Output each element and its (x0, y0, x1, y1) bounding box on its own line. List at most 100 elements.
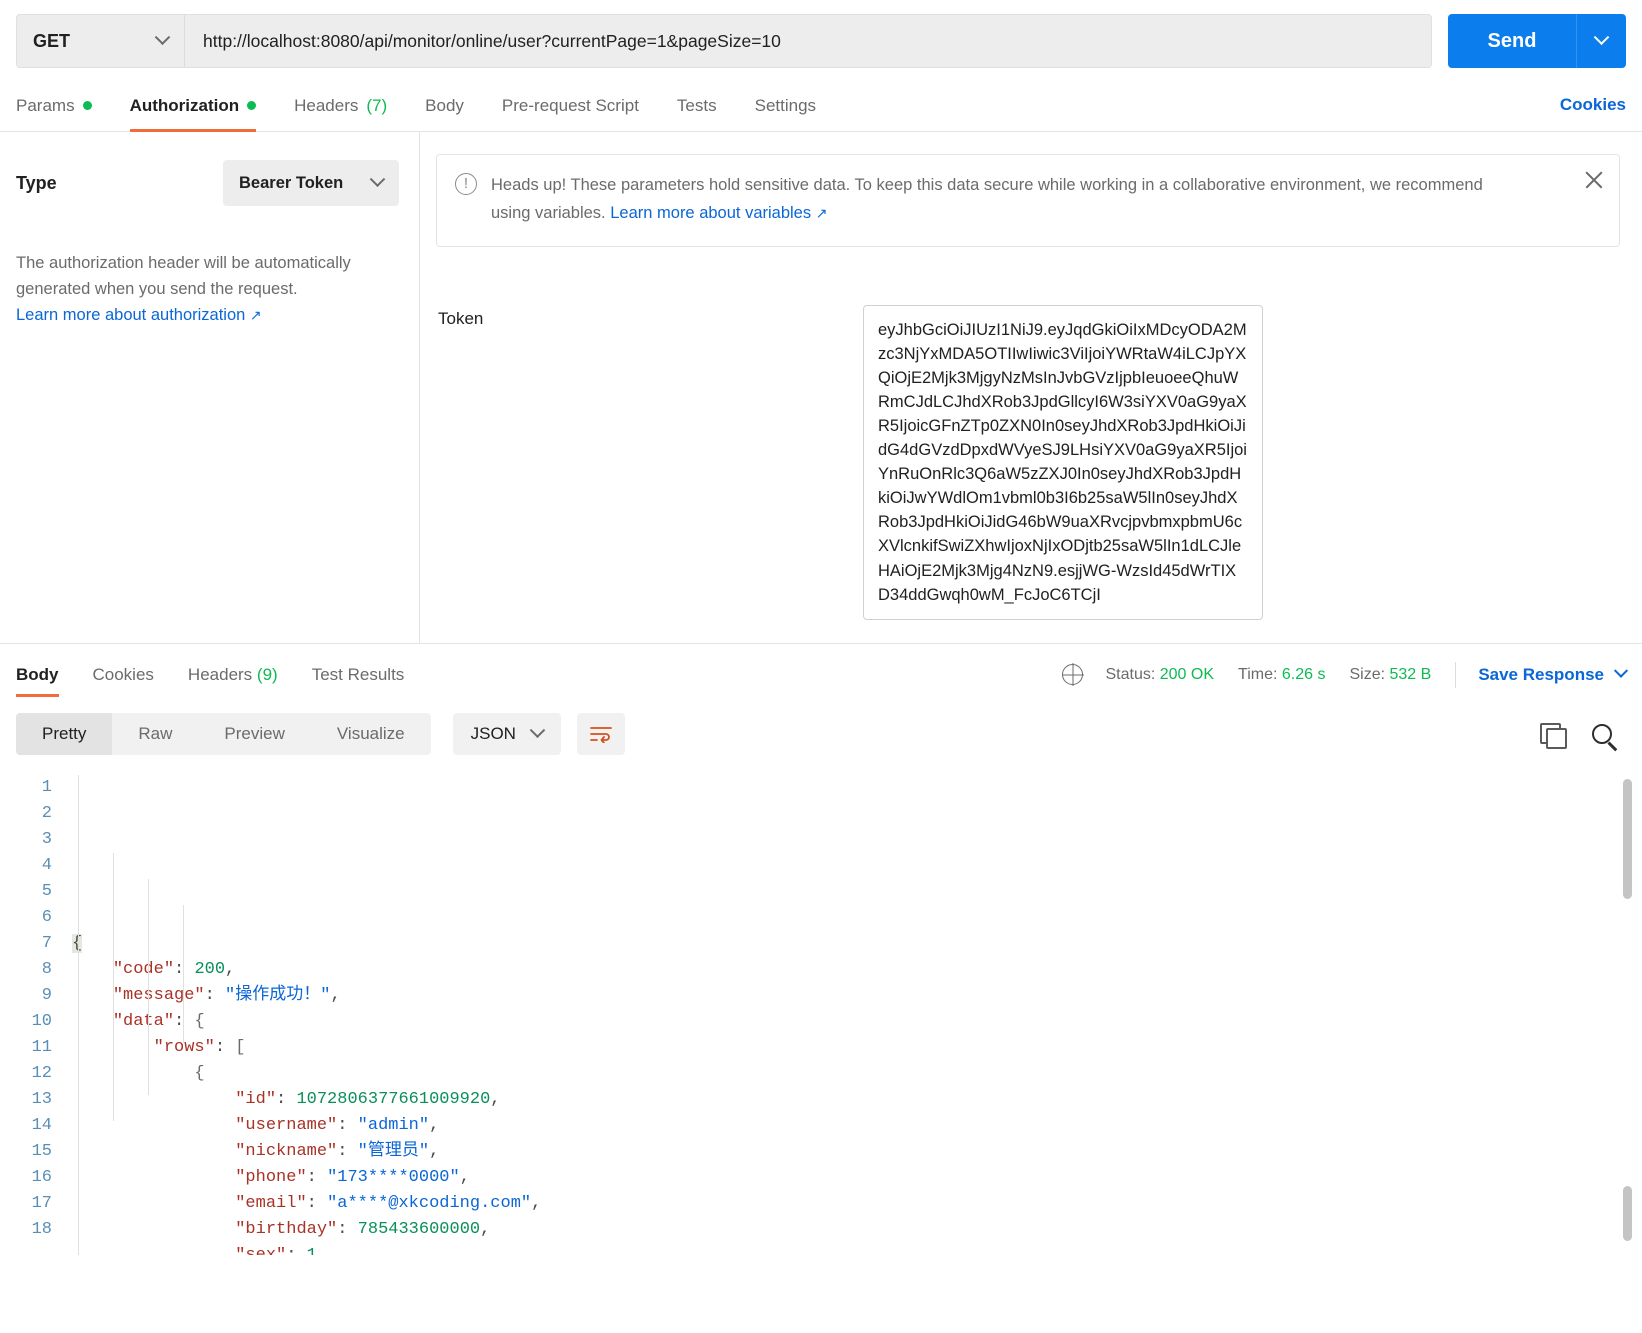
auth-values-column: ! Heads up! These parameters hold sensit… (420, 132, 1642, 643)
info-icon: ! (455, 173, 477, 195)
code-token: , (480, 1220, 490, 1239)
size-badge: Size: 532 B (1349, 666, 1431, 684)
code-token (72, 1116, 235, 1135)
auth-type-value: Bearer Token (239, 174, 343, 193)
response-tab-cookies[interactable]: Cookies (93, 644, 154, 705)
line-number: 12 (0, 1061, 52, 1087)
code-token: , (460, 1168, 470, 1187)
save-response-label: Save Response (1478, 665, 1604, 685)
response-actions (1540, 723, 1626, 745)
tab-settings[interactable]: Settings (755, 80, 834, 131)
status-label: Status: (1105, 666, 1155, 683)
code-token: : (215, 1038, 235, 1057)
code-token: "email" (235, 1194, 306, 1213)
banner-text-wrap: Heads up! These parameters hold sensitiv… (491, 171, 1501, 228)
code-line: "email": "a****@xkcoding.com", (72, 1191, 1642, 1217)
save-response-button[interactable]: Save Response (1478, 665, 1626, 685)
line-number: 14 (0, 1113, 52, 1139)
tab-body[interactable]: Body (425, 80, 482, 131)
code-token: "管理员" (358, 1142, 429, 1161)
line-number: 8 (0, 957, 52, 983)
response-tab-test-results[interactable]: Test Results (312, 644, 405, 705)
tab-label: Headers (188, 665, 252, 685)
modified-dot-icon (83, 101, 92, 110)
line-number: 18 (0, 1217, 52, 1243)
modified-dot-icon (247, 101, 256, 110)
wrap-lines-icon (590, 725, 612, 743)
token-label: Token (438, 305, 863, 620)
scrollbar-thumb-bottom[interactable] (1623, 1186, 1632, 1241)
response-tab-body[interactable]: Body (16, 644, 59, 705)
tab-label: Body (16, 665, 59, 685)
code-line: "message": "操作成功！", (72, 983, 1642, 1009)
code-token: "data" (113, 1012, 174, 1031)
tab-tests[interactable]: Tests (677, 80, 735, 131)
code-token: , (490, 1090, 500, 1109)
chevron-down-icon (155, 29, 171, 45)
send-options-button[interactable] (1576, 14, 1626, 68)
time-badge: Time: 6.26 s (1238, 666, 1325, 684)
format-select[interactable]: JSON (453, 713, 561, 755)
line-number: 15 (0, 1139, 52, 1165)
code-token (72, 1220, 235, 1239)
response-tabs: Body Cookies Headers (9) Test Results St… (0, 643, 1642, 705)
chevron-down-icon (1614, 663, 1628, 677)
wrap-lines-button[interactable] (577, 713, 625, 755)
code-token: : (337, 1142, 357, 1161)
size-value: 532 B (1390, 666, 1432, 683)
code-line: { (72, 931, 1642, 957)
code-token: 1 (307, 1246, 317, 1255)
search-icon[interactable] (1592, 724, 1612, 744)
http-method-select[interactable]: GET (16, 14, 184, 68)
auth-learn-more-label: Learn more about authorization (16, 306, 245, 324)
auth-type-select[interactable]: Bearer Token (223, 160, 399, 206)
code-token: "sex" (235, 1246, 286, 1255)
send-button[interactable]: Send (1448, 14, 1576, 68)
status-value: 200 OK (1160, 666, 1214, 683)
banner-learn-more-link[interactable]: Learn more about variables ↗ (610, 199, 827, 227)
request-url-input[interactable] (184, 14, 1432, 68)
auth-learn-more-link[interactable]: Learn more about authorization ↗ (16, 302, 262, 328)
chevron-down-icon (530, 722, 546, 738)
scrollbar-thumb-top[interactable] (1623, 779, 1632, 899)
code-token (72, 1194, 235, 1213)
line-number: 2 (0, 801, 52, 827)
line-number: 16 (0, 1165, 52, 1191)
view-mode-visualize[interactable]: Visualize (311, 713, 431, 755)
tab-pre-request-script[interactable]: Pre-request Script (502, 80, 657, 131)
code-token: "a****@xkcoding.com" (327, 1194, 531, 1213)
cookies-link[interactable]: Cookies (1560, 95, 1626, 115)
code-token: : (307, 1168, 327, 1187)
close-icon[interactable] (1583, 169, 1605, 191)
response-format-bar: Pretty Raw Preview Visualize JSON (0, 705, 1642, 765)
tab-params[interactable]: Params (16, 80, 110, 131)
code-line: "code": 200, (72, 957, 1642, 983)
code-token: : (307, 1194, 327, 1213)
response-tab-headers[interactable]: Headers (9) (188, 644, 278, 705)
auth-description: The authorization header will be automat… (16, 250, 399, 328)
token-row: Token eyJhbGciOiJIUzI1NiJ9.eyJqdGkiOiIxM… (436, 305, 1620, 620)
view-mode-preview[interactable]: Preview (198, 713, 310, 755)
tab-headers[interactable]: Headers (7) (294, 80, 405, 131)
token-input[interactable]: eyJhbGciOiJIUzI1NiJ9.eyJqdGkiOiIxMDcyODA… (863, 305, 1263, 620)
tab-label: Cookies (93, 665, 154, 685)
authorization-panel: Type Bearer Token The authorization head… (0, 132, 1642, 643)
view-mode-pretty[interactable]: Pretty (16, 713, 112, 755)
code-token: : (276, 1090, 296, 1109)
line-number: 1 (0, 775, 52, 801)
code-line: "birthday": 785433600000, (72, 1217, 1642, 1243)
json-code[interactable]: { "code": 200, "message": "操作成功！", "data… (68, 775, 1642, 1255)
chevron-down-icon (370, 171, 386, 187)
request-tabs: Params Authorization Headers (7) Body Pr… (0, 80, 1642, 132)
view-mode-raw[interactable]: Raw (112, 713, 198, 755)
copy-icon[interactable] (1540, 723, 1564, 745)
tab-label: Headers (294, 96, 358, 116)
code-token: : (286, 1246, 306, 1255)
code-token: "birthday" (235, 1220, 337, 1239)
code-line: "rows": [ (72, 1035, 1642, 1061)
code-token (72, 1246, 235, 1255)
auth-config-column: Type Bearer Token The authorization head… (0, 132, 420, 643)
code-token: "nickname" (235, 1142, 337, 1161)
code-token: 200 (194, 960, 225, 979)
tab-authorization[interactable]: Authorization (130, 80, 275, 131)
